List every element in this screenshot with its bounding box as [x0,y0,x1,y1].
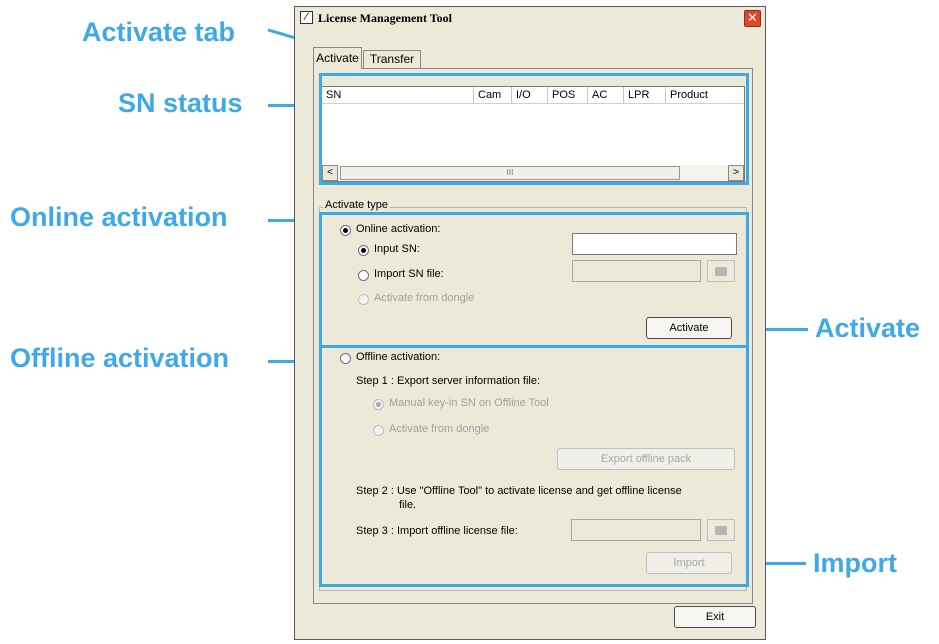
callout-online-activation: Online activation [10,202,228,232]
tab-activate[interactable]: Activate [313,47,362,69]
exit-button[interactable]: Exit [674,606,756,628]
title-bar: ⁄ License Management Tool ✕ [295,7,765,29]
callout-activate: Activate [815,313,921,343]
sn-status-highlight [319,73,749,185]
callout-import: Import [813,548,897,578]
tab-transfer[interactable]: Transfer [363,50,421,69]
activate-type-title: Activate type [323,199,390,211]
callout-sn-status: SN status [118,88,243,118]
callout-offline-activation: Offline activation [10,343,230,373]
offline-activation-highlight [319,345,749,587]
license-management-window: ⁄ License Management Tool ✕ Activate Tra… [294,6,766,640]
window-title: License Management Tool [318,11,452,25]
callout-activate-tab: Activate tab [82,17,236,47]
online-activation-highlight [319,212,749,348]
close-icon[interactable]: ✕ [744,10,761,27]
app-icon: ⁄ [300,11,313,24]
